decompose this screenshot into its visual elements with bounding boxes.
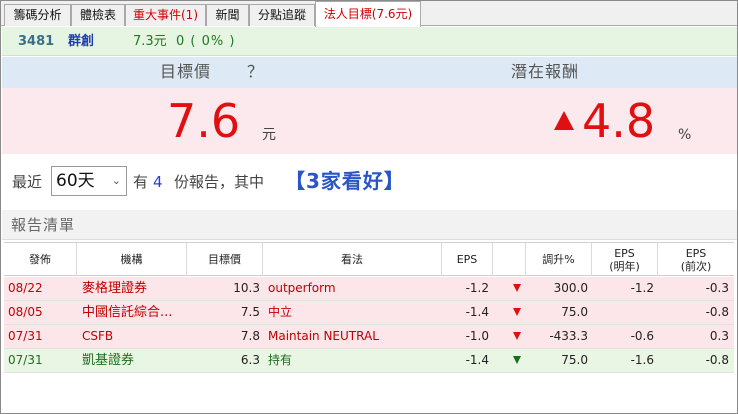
col-broker[interactable]: 機構 — [77, 243, 187, 276]
row-eps-prev: -0.8 — [705, 353, 729, 367]
row-eps-next: -0.6 — [630, 329, 654, 343]
stock-name[interactable]: 群創 — [68, 33, 94, 50]
period-select-value: 60天 — [56, 171, 95, 191]
row-eps-prev: -0.8 — [705, 305, 729, 319]
row-broker[interactable]: 麥格理證券 — [82, 277, 187, 300]
col-arrow — [493, 243, 526, 276]
filter-row: 最近 60天 ⌄ 有 4 份報告，其中 【3家看好】 — [2, 161, 737, 201]
row-view: 中立 — [268, 305, 293, 319]
period-select[interactable]: 60天 ⌄ — [51, 166, 127, 196]
summary-values: 7.6 元 4.8 % — [2, 88, 737, 154]
chevron-down-icon: ⌄ — [111, 174, 121, 187]
row-eps-prev: -0.3 — [705, 281, 729, 295]
stock-info-row: 3481 群創 7.3元 0 ( 0% ) — [2, 27, 737, 56]
row-view: Maintain NEUTRAL — [268, 329, 379, 343]
stock-price: 7.3元 — [133, 34, 167, 49]
report-list-title: 報告清單 — [2, 210, 737, 240]
tab-bar: 籌碼分析 體檢表 重大事件(1) 新聞 分點追蹤 法人目標(7.6元) — [1, 1, 737, 27]
row-eps-next: -1.2 — [630, 281, 654, 295]
bullish-count: 【3家看好】 — [285, 169, 405, 193]
table-row[interactable]: 08/05 中國信託綜合... 7.5 中立 -1.4 75.0 -0.8 — [4, 301, 734, 325]
col-view[interactable]: 看法 — [263, 243, 442, 276]
window-frame: 籌碼分析 體檢表 重大事件(1) 新聞 分點追蹤 法人目標(7.6元) 3481… — [0, 0, 738, 414]
row-upgrade: -433.3 — [549, 329, 588, 343]
row-upgrade: 75.0 — [561, 305, 588, 319]
triangle-down-icon — [513, 284, 521, 292]
table-row[interactable]: 07/31 CSFB 7.8 Maintain NEUTRAL -1.0 -43… — [4, 325, 734, 349]
row-view: 持有 — [268, 353, 293, 367]
row-target: 6.3 — [240, 353, 260, 367]
help-icon[interactable]: ？ — [247, 63, 264, 81]
have-label: 有 — [133, 173, 149, 191]
tab-checkup[interactable]: 體檢表 — [71, 4, 125, 26]
triangle-down-icon — [513, 308, 521, 316]
row-eps: -1.2 — [465, 281, 489, 295]
recent-label: 最近 — [12, 173, 43, 191]
target-price-unit: 元 — [262, 127, 276, 143]
row-target: 7.5 — [240, 305, 260, 319]
row-date: 08/22 — [8, 281, 43, 295]
row-broker[interactable]: CSFB — [82, 325, 187, 348]
col-date[interactable]: 發佈 — [4, 243, 77, 276]
triangle-down-icon — [513, 332, 521, 340]
target-price-value: 7.6 — [167, 94, 241, 148]
row-eps: -1.4 — [465, 305, 489, 319]
table-row[interactable]: 08/22 麥格理證券 10.3 outperform -1.2 300.0 -… — [4, 277, 734, 301]
tab-branch-tracking[interactable]: 分點追蹤 — [249, 4, 315, 26]
target-price-label: 目標價 — [160, 62, 212, 81]
summary-header: 目標價 ？ 潛在報酬 — [2, 57, 737, 88]
triangle-down-icon — [513, 356, 521, 364]
row-upgrade: 300.0 — [553, 281, 588, 295]
tab-news[interactable]: 新聞 — [206, 4, 249, 26]
row-eps: -1.0 — [465, 329, 489, 343]
reports-text: 份報告，其中 — [174, 173, 265, 191]
row-broker[interactable]: 凱基證券 — [82, 349, 187, 372]
row-date: 07/31 — [8, 353, 43, 367]
potential-return-value: 4.8 — [582, 94, 656, 148]
col-upgrade[interactable]: 調升% — [526, 243, 592, 276]
potential-return-unit: % — [678, 127, 692, 143]
potential-return-label: 潛在報酬 — [511, 62, 580, 81]
tab-chip-analysis[interactable]: 籌碼分析 — [4, 4, 71, 26]
table-row[interactable]: 07/31 凱基證券 6.3 持有 -1.4 75.0 -1.6 -0.8 — [4, 349, 734, 373]
report-count: 4 — [153, 173, 163, 191]
col-eps[interactable]: EPS — [442, 243, 493, 276]
tab-institutional-target[interactable]: 法人目標(7.6元) — [315, 1, 421, 27]
row-date: 08/05 — [8, 305, 43, 319]
row-upgrade: 75.0 — [561, 353, 588, 367]
row-target: 7.8 — [240, 329, 260, 343]
row-eps: -1.4 — [465, 353, 489, 367]
row-date: 07/31 — [8, 329, 43, 343]
col-eps-prev[interactable]: EPS (前次) — [658, 243, 734, 276]
triangle-up-icon — [554, 111, 574, 130]
tab-major-events[interactable]: 重大事件(1) — [125, 4, 206, 26]
stock-code: 3481 — [18, 34, 55, 49]
col-eps-next[interactable]: EPS (明年) — [592, 243, 658, 276]
col-target[interactable]: 目標價 — [187, 243, 263, 276]
table-header: 發佈 機構 目標價 看法 EPS 調升% EPS (明年) EPS (前次) — [4, 242, 734, 276]
row-eps-next — [592, 301, 654, 324]
row-eps-next: -1.6 — [630, 353, 654, 367]
report-list-title-text: 報告清單 — [11, 216, 76, 234]
row-broker[interactable]: 中國信託綜合... — [82, 301, 187, 324]
stock-change: 0 ( 0% ) — [176, 34, 236, 49]
row-target: 10.3 — [233, 281, 260, 295]
row-view: outperform — [268, 281, 336, 295]
row-eps-prev: 0.3 — [709, 329, 729, 343]
